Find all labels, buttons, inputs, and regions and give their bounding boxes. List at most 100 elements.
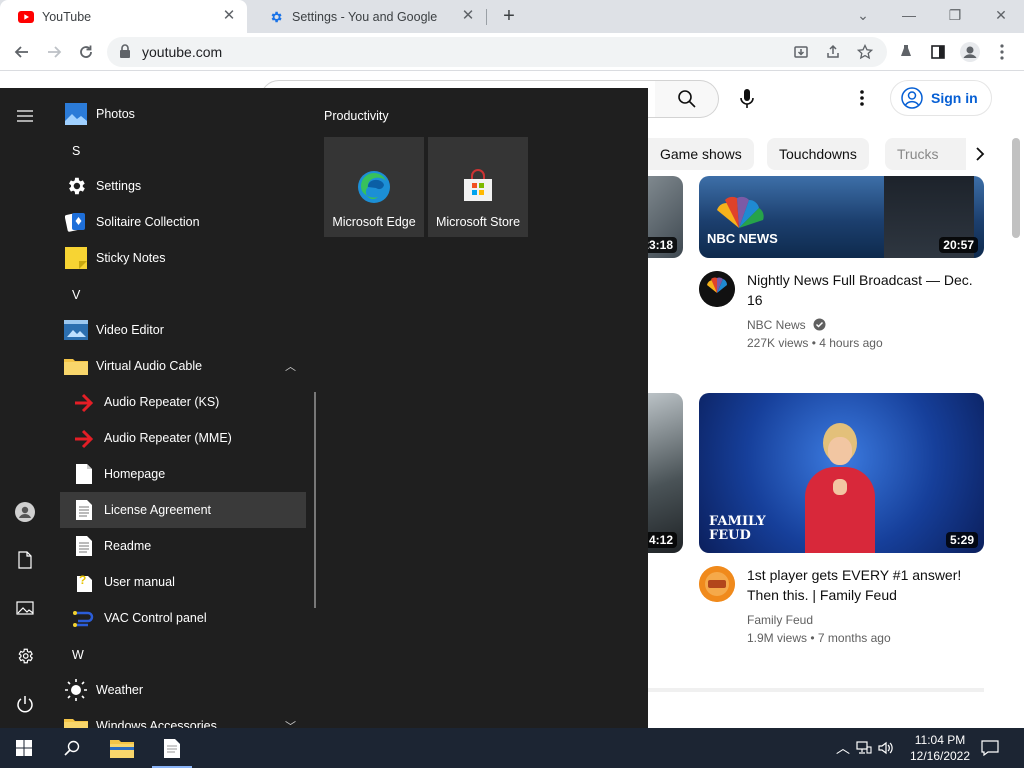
search-button[interactable] (48, 728, 96, 768)
action-center-button[interactable] (978, 736, 1002, 760)
chips-next-button[interactable] (966, 138, 994, 170)
search-icon (64, 740, 80, 756)
app-audio-repeater-ks[interactable]: Audio Repeater (KS) (60, 384, 306, 420)
documents-button[interactable] (13, 548, 37, 572)
pictures-button[interactable] (13, 596, 37, 620)
browser-menu-icon[interactable] (990, 40, 1014, 64)
clock[interactable]: 11:04 PM 12/16/2022 (908, 732, 972, 764)
chip-trucks[interactable]: Trucks (885, 138, 975, 170)
chip-game-shows[interactable]: Game shows (648, 138, 754, 170)
audio-repeater-icon (72, 390, 96, 414)
video-thumbnail-nbc[interactable]: NBC NEWS 20:57 (699, 176, 984, 258)
show-hidden-icons-button[interactable]: ︿ (836, 738, 850, 758)
share-icon[interactable] (821, 40, 845, 64)
folder-virtual-audio-cable[interactable]: Virtual Audio Cable ︿ (60, 348, 306, 384)
profile-avatar[interactable] (958, 40, 982, 64)
tab-youtube[interactable]: YouTube ✕ (0, 0, 247, 33)
gear-icon (64, 174, 88, 198)
channel-name[interactable]: Family Feud (747, 611, 813, 629)
start-button[interactable] (0, 728, 48, 768)
vertical-dots-icon (860, 90, 864, 106)
app-label: Weather (96, 683, 144, 697)
folder-icon (110, 740, 134, 758)
app-audio-repeater-mme[interactable]: Audio Repeater (MME) (60, 420, 306, 456)
blank-document-icon (72, 462, 96, 486)
app-vac-control-panel[interactable]: VAC Control panel (60, 600, 306, 636)
channel-avatar-family-feud[interactable] (699, 566, 735, 602)
chip-touchdowns[interactable]: Touchdowns (767, 138, 869, 170)
clock-time: 11:04 PM (914, 733, 966, 747)
text-document-icon (72, 498, 96, 522)
view-count: 1.9M views (747, 631, 808, 645)
app-solitaire[interactable]: Solitaire Collection (60, 204, 306, 240)
minimize-button[interactable]: — (898, 4, 920, 26)
settings-menu-button[interactable] (850, 86, 874, 110)
app-settings[interactable]: Settings (60, 168, 306, 204)
forward-button[interactable] (42, 40, 66, 64)
folder-windows-accessories[interactable]: Windows Accessories ﹀ (60, 708, 306, 728)
group-letter-v[interactable]: V (72, 288, 80, 302)
tab-settings[interactable]: Settings - You and Google ✕ (250, 0, 486, 33)
thumbnail-text: FAMILY FEUD (709, 514, 766, 543)
close-window-button[interactable]: ✕ (990, 4, 1012, 26)
page-scrollbar[interactable] (1012, 138, 1020, 238)
youtube-search-button[interactable] (655, 80, 719, 118)
app-user-manual[interactable]: ? User manual (60, 564, 306, 600)
sign-in-button[interactable]: Sign in (890, 80, 992, 116)
side-panel-icon[interactable] (926, 40, 950, 64)
group-letter-w[interactable]: W (72, 648, 84, 662)
account-button[interactable] (13, 500, 37, 524)
upload-age: 4 hours ago (819, 336, 883, 350)
channel-name[interactable]: NBC News (747, 318, 806, 332)
app-readme[interactable]: Readme (60, 528, 306, 564)
group-letter-s[interactable]: S (72, 144, 80, 158)
view-count: 227K views (747, 336, 809, 350)
close-tab-icon[interactable]: ✕ (221, 8, 237, 24)
tile-group-title[interactable]: Productivity (324, 109, 389, 123)
lock-icon (119, 44, 131, 63)
voice-search-button[interactable] (731, 83, 763, 115)
close-tab-icon[interactable]: ✕ (460, 8, 476, 24)
tile-microsoft-edge[interactable]: Microsoft Edge (324, 137, 424, 237)
family-feud-avatar-logo (699, 566, 735, 602)
notepad-taskbar-button[interactable] (148, 728, 196, 768)
network-icon[interactable] (856, 741, 872, 755)
extensions-icon[interactable] (894, 40, 918, 64)
app-weather[interactable]: Weather (60, 672, 306, 708)
user-circle-icon (901, 87, 923, 109)
volume-icon[interactable] (878, 741, 894, 755)
vac-control-icon (72, 606, 96, 630)
address-bar[interactable]: youtube.com (107, 37, 887, 67)
chevron-up-icon: ︿ (285, 361, 296, 373)
audio-repeater-icon (72, 426, 96, 450)
sign-in-label: Sign in (931, 90, 978, 106)
app-label: Settings (96, 179, 142, 193)
expand-menu-button[interactable] (13, 104, 37, 128)
video-stats: 1.9M views • 7 months ago (747, 631, 891, 645)
reload-button[interactable] (74, 40, 98, 64)
channel-avatar-nbc[interactable] (699, 271, 735, 307)
install-app-icon[interactable] (789, 40, 813, 64)
tab-search-chevron-icon[interactable]: ⌄ (852, 4, 874, 26)
app-sticky-notes[interactable]: Sticky Notes (60, 240, 306, 276)
bookmark-star-icon[interactable] (853, 40, 877, 64)
video-thumbnail-family-feud[interactable]: FAMILY FEUD 5:29 (699, 393, 984, 553)
app-homepage[interactable]: Homepage (60, 456, 306, 492)
tile-microsoft-store[interactable]: Microsoft Store (428, 137, 528, 237)
tab-divider (486, 9, 487, 25)
new-tab-button[interactable]: + (498, 5, 520, 27)
settings-button[interactable] (13, 644, 37, 668)
app-video-editor[interactable]: Video Editor (60, 312, 306, 348)
video-title[interactable]: 1st player gets EVERY #1 answer! Then th… (747, 565, 977, 605)
restore-button[interactable]: ❐ (944, 4, 966, 26)
file-explorer-button[interactable] (98, 728, 146, 768)
back-button[interactable] (10, 40, 34, 64)
app-photos[interactable]: Photos (60, 96, 306, 132)
tab-title: Settings - You and Google (292, 9, 438, 24)
app-label: License Agreement (104, 503, 212, 517)
video-stats: 227K views • 4 hours ago (747, 336, 883, 350)
app-license-agreement[interactable]: License Agreement (60, 492, 306, 528)
video-title[interactable]: Nightly News Full Broadcast — Dec. 16 (747, 270, 977, 310)
app-list-scrollbar[interactable] (314, 392, 316, 608)
power-button[interactable] (13, 692, 37, 716)
